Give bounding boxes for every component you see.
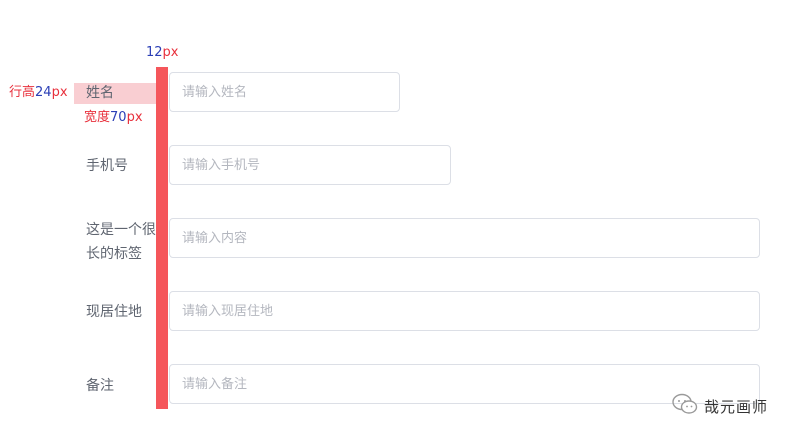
line-height-annotation-prefix: 行高 [9, 85, 36, 100]
width-annotation-prefix: 宽度 [84, 110, 111, 125]
width-annotation-value: 70 [110, 110, 127, 125]
line-height-annotation: 行高24px [9, 85, 68, 101]
watermark-text: 哉元画师 [704, 397, 769, 416]
gap-annotation: 12px [146, 45, 179, 61]
wechat-icon [672, 393, 698, 419]
label-name: 姓名 [86, 85, 114, 101]
line-height-annotation-value: 24 [35, 85, 52, 100]
width-annotation: 宽度70px [84, 110, 143, 126]
content-input[interactable] [169, 218, 760, 258]
line-height-annotation-unit: px [51, 85, 68, 100]
width-annotation-unit: px [126, 110, 143, 125]
watermark: 哉元画师 [672, 392, 768, 420]
gap-annotation-value: 12 [146, 45, 163, 60]
name-input[interactable] [169, 72, 400, 112]
label-remark: 备注 [86, 378, 114, 394]
label-long: 这是一个很长的标签 [86, 222, 156, 262]
gap-annotation-unit: px [162, 45, 179, 60]
residence-input[interactable] [169, 291, 760, 331]
label-residence: 现居住地 [86, 304, 142, 320]
phone-input[interactable] [169, 145, 451, 185]
label-phone: 手机号 [86, 158, 128, 174]
